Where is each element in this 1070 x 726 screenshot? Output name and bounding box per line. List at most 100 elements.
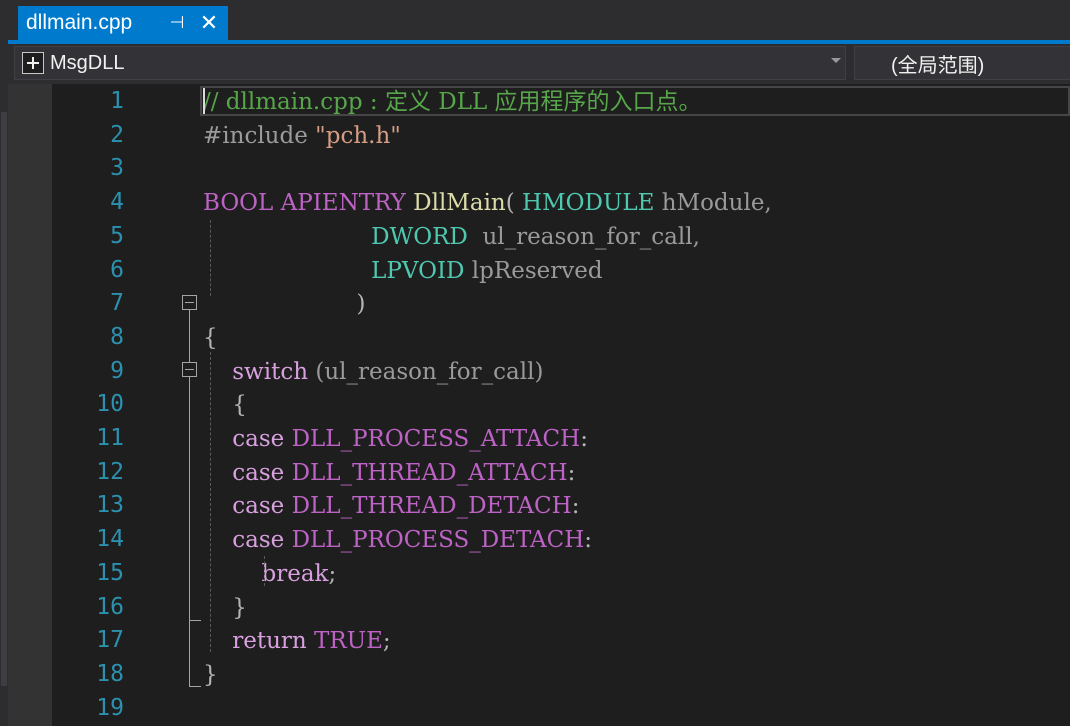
code-line[interactable]: LPVOID lpReserved [203,254,603,288]
code-line[interactable]: switch (ul_reason_for_call) [203,355,543,389]
code-token: DLL_PROCESS_DETACH [284,527,585,554]
line-number: 15 [96,559,124,586]
line-number: 2 [110,121,124,148]
code-token: ul_reason_for_call, [467,223,700,250]
code-token: : [580,426,588,452]
code-token: case [232,493,285,520]
vs-editor-window: dllmain.cpp ⊣ ✕ MsgDLL (全局范围) 1234567891… [0,0,1070,726]
left-scroll-strip[interactable] [0,0,8,726]
code-line[interactable]: ) [203,287,366,321]
code-token: : [571,493,580,520]
code-token: case [232,426,285,452]
project-dropdown[interactable]: MsgDLL [14,46,846,80]
text-caret [203,88,205,114]
scope-name: (全局范围) [891,54,985,77]
line-number: 1 [110,88,124,114]
code-token: ; [328,560,337,587]
code-token: : [584,527,593,554]
code-token: DLL_THREAD_ATTACH [284,459,568,486]
line-number: 6 [110,256,124,283]
collapse-icon[interactable] [182,362,197,377]
code-token: case [232,459,285,486]
line-number: 8 [110,323,124,350]
code-token: "pch.h" [315,122,401,149]
code-token: LPVOID [371,257,465,284]
code-token: ) [203,291,366,318]
code-editor[interactable] [8,84,1070,726]
code-token: BOOL APIENTRY [203,190,414,217]
pin-icon[interactable]: ⊣ [168,13,186,32]
line-number: 5 [110,222,124,249]
line-number: 10 [96,391,124,418]
code-token: HMODULE [522,190,655,217]
code-token: break [261,560,329,587]
code-token: (ul_reason_for_call) [308,358,544,385]
code-line[interactable]: return TRUE; [203,624,391,658]
outline-end [189,686,201,687]
project-icon [22,52,44,74]
line-number: 3 [110,155,124,182]
line-number: 19 [96,694,124,721]
line-number: 18 [96,660,124,687]
indent-guide [210,220,211,296]
code-token: TRUE [306,628,383,655]
code-token: case [232,527,285,554]
code-token: DLL_PROCESS_ATTACH [284,426,581,452]
code-line[interactable]: DWORD ul_reason_for_call, [203,220,700,254]
code-token: ( [505,190,523,217]
scrollbar-thumb[interactable] [1,112,7,686]
code-token: DWORD [371,223,468,250]
indent-guide [210,352,211,652]
tab-title: dllmain.cpp [26,11,133,34]
close-icon[interactable]: ✕ [198,10,220,35]
project-name: MsgDLL [50,51,125,74]
navigation-bar: MsgDLL (全局范围) [8,44,1070,84]
code-line[interactable]: BOOL APIENTRY DllMain( HMODULE hModule, [203,186,772,220]
code-line[interactable]: break; [203,557,337,591]
collapse-icon[interactable] [182,295,197,310]
line-number: 16 [96,593,124,620]
line-number: 9 [110,357,124,384]
document-tab-bar: dllmain.cpp ⊣ ✕ [8,0,1070,44]
indicator-margin[interactable] [8,84,52,726]
code-token: #include [203,122,316,149]
tab-dllmain-cpp[interactable]: dllmain.cpp ⊣ ✕ [18,6,228,40]
code-line[interactable]: #include "pch.h" [203,119,401,153]
code-token: DLL_THREAD_DETACH [284,493,572,520]
code-line[interactable]: case DLL_PROCESS_ATTACH: [203,422,588,456]
code-token: return [232,628,307,655]
line-number: 12 [96,458,124,485]
line-number: 4 [110,189,124,216]
line-number: 13 [96,492,124,519]
line-number: 17 [96,627,124,654]
code-line[interactable]: case DLL_PROCESS_DETACH: [203,523,592,557]
code-line[interactable]: { [203,321,218,355]
code-token: switch [232,358,309,385]
code-line[interactable]: case DLL_THREAD_ATTACH: [203,456,575,490]
code-line[interactable]: case DLL_THREAD_DETACH: [203,489,579,523]
code-token: lpReserved [464,257,603,284]
code-token: { [203,324,218,351]
current-line-highlight [200,86,1070,116]
code-line[interactable]: } [203,658,218,692]
chevron-down-icon[interactable] [831,58,841,63]
line-number: 14 [96,526,124,553]
code-token: } [203,661,218,688]
line-number: 11 [96,425,124,451]
indent-guide [264,556,265,586]
line-number: 7 [110,290,124,317]
scope-dropdown[interactable]: (全局范围) [854,46,1070,80]
code-token: : [567,459,576,486]
code-token: hModule, [654,190,772,217]
outline-end [189,620,201,621]
code-token: ; [382,628,391,655]
